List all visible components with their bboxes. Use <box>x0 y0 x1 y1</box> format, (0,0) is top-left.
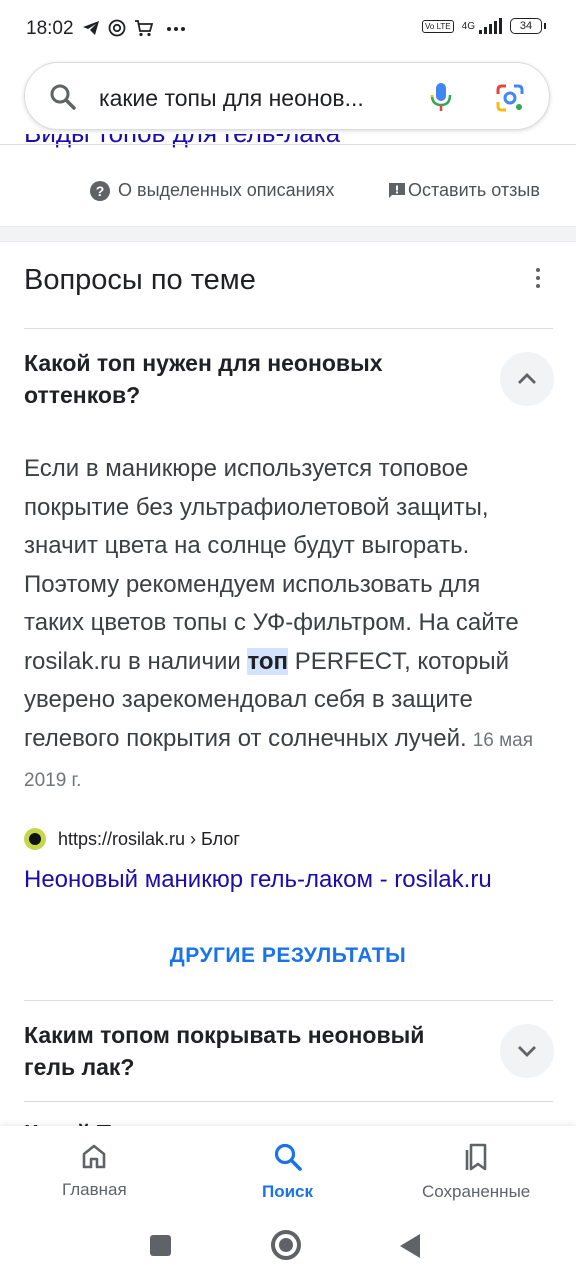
related-questions-title: Вопросы по теме <box>24 264 256 296</box>
nav-saved-label: Сохраненные <box>422 1182 531 1201</box>
source-url: https://rosilak.ru › Блог <box>58 828 240 849</box>
collapse-button[interactable] <box>500 352 554 406</box>
featured-feedback-row: ? О выделенных описаниях Оставить отзыв <box>0 180 576 206</box>
divider <box>24 1101 553 1102</box>
more-icon <box>167 27 185 31</box>
result-title-link[interactable]: Неоновый маникюр гель-лаком - rosilak.ru <box>24 866 492 894</box>
feedback-icon <box>389 182 405 198</box>
leave-feedback-label: Оставить отзыв <box>408 180 540 200</box>
status-time: 18:02 <box>26 18 74 39</box>
expand-button[interactable] <box>500 1024 554 1078</box>
microphone-icon[interactable] <box>429 81 453 113</box>
search-icon[interactable] <box>49 83 77 111</box>
more-results-button[interactable]: ДРУГИЕ РЕЗУЛЬТАТЫ <box>0 944 576 968</box>
chevron-down-icon <box>518 1046 536 1057</box>
nav-search[interactable]: Поиск <box>262 1142 313 1202</box>
question-expanded[interactable]: Какой топ нужен для неоновых оттенков? <box>24 347 464 411</box>
nav-home-label: Главная <box>62 1180 127 1199</box>
at-sign-icon <box>108 19 126 37</box>
more-options-icon[interactable] <box>536 268 540 288</box>
bookmarks-icon <box>465 1143 487 1171</box>
battery-icon: 34 <box>510 18 542 34</box>
telegram-icon <box>83 21 99 35</box>
chevron-up-icon <box>518 373 536 384</box>
about-featured-button[interactable]: ? О выделенных описаниях <box>90 180 334 201</box>
site-favicon-icon <box>24 828 46 850</box>
search-bar[interactable]: какие топы для неонов... <box>24 62 550 130</box>
signal-icon <box>479 18 502 34</box>
question-collapsed[interactable]: Каким топом покрывать неоновый гель лак? <box>24 1019 464 1083</box>
header-divider <box>0 144 576 145</box>
divider <box>24 1000 553 1001</box>
search-input[interactable]: какие топы для неонов... <box>99 85 364 112</box>
answer-text: Если в маникюре используется топовое пок… <box>24 450 544 801</box>
recents-button[interactable] <box>150 1235 171 1256</box>
volte-badge: Vo LTE <box>422 19 454 33</box>
battery-tip <box>544 23 546 29</box>
nav-saved[interactable]: Сохраненные <box>422 1142 530 1202</box>
home-icon <box>83 1144 106 1169</box>
nav-home[interactable]: Главная <box>62 1142 127 1200</box>
leave-feedback-button[interactable]: Оставить отзыв <box>388 180 540 201</box>
google-lens-icon[interactable] <box>495 83 525 113</box>
network-type: 4G <box>461 20 475 32</box>
answer-highlight: топ <box>247 647 289 675</box>
back-button[interactable] <box>400 1234 420 1258</box>
section-separator <box>0 226 576 242</box>
status-bar: 18:02 Vo LTE 4G 34 <box>0 0 576 56</box>
about-featured-label: О выделенных описаниях <box>118 180 335 200</box>
result-source[interactable]: https://rosilak.ru › Блог <box>24 828 240 850</box>
home-button[interactable] <box>271 1230 301 1260</box>
nav-search-label: Поиск <box>262 1182 314 1201</box>
bottom-navigation: Главная Поиск Сохраненные <box>0 1126 576 1216</box>
cart-icon <box>135 20 154 37</box>
search-icon <box>274 1143 302 1171</box>
system-navigation-bar <box>0 1216 576 1280</box>
help-icon: ? <box>90 180 110 201</box>
divider <box>24 328 553 329</box>
answer-text-part: Если в маникюре используется топовое пок… <box>24 455 519 675</box>
